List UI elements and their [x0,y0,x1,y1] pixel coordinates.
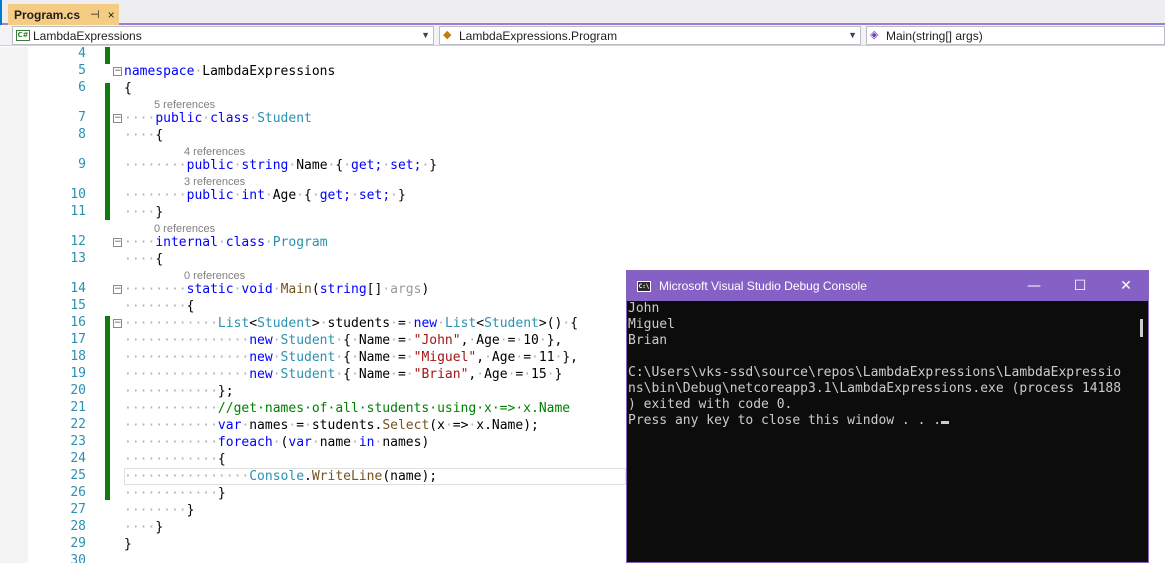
console-title: Microsoft Visual Studio Debug Console [659,279,867,293]
console-line: ) exited with code 0. [628,397,793,412]
tab-strip-edge [0,0,2,25]
code-line-6: { [124,81,132,96]
code-line-11: ····} [124,205,164,220]
code-line-7: ····public·class·Student [124,111,312,126]
navigation-bar: C# LambdaExpressions ▼ ◆ LambdaExpressio… [0,25,1165,46]
close-button[interactable]: ✕ [1103,271,1148,301]
line-number: 30 [70,553,86,563]
console-scrollbar[interactable] [1136,301,1148,562]
project-dropdown-value: LambdaExpressions [33,28,142,43]
console-line: Brian [628,333,668,348]
console-app-icon: C:\ [637,280,651,292]
code-line-8: ····{ [124,128,164,143]
console-output[interactable]: John Miguel Brian C:\Users\vks-ssd\source\… [627,301,1134,562]
member-dropdown[interactable]: ◈ Main(string[] args) [866,26,1165,45]
class-icon: ◆ [443,29,452,41]
scrollbar-thumb[interactable] [1140,319,1143,337]
tab-program-cs[interactable]: Program.cs ⊣ × [8,4,119,25]
chevron-down-icon: ▼ [421,30,430,40]
line-number: 4 [78,46,86,61]
code-line-12: ····internal·class·Program [124,235,328,250]
type-dropdown-value: LambdaExpressions.Program [459,28,618,43]
csharp-project-icon: C# [16,30,30,41]
debug-console-window[interactable]: C:\ Microsoft Visual Studio Debug Consol… [626,270,1149,563]
project-dropdown[interactable]: C# LambdaExpressions ▼ [12,26,434,45]
maximize-button[interactable]: ☐ [1057,271,1103,301]
console-line: ns\bin\Debug\netcoreapp3.1\LambdaExpress… [628,381,1122,396]
document-tab-strip: Program.cs ⊣ × [0,0,1165,25]
code-line-13: ····{ [124,252,164,267]
type-dropdown[interactable]: ◆ LambdaExpressions.Program ▼ [439,26,861,45]
code-line-9: ········public·string·Name·{·get;·set;·} [124,158,438,173]
change-bar [105,47,110,64]
console-line: C:\Users\vks-ssd\source\repos\LambdaExpr… [628,365,1122,380]
tab-label: Program.cs [14,7,81,22]
close-tab-icon[interactable]: × [108,8,115,22]
visual-studio-window: Program.cs ⊣ × C# LambdaExpressions ▼ ◆ … [0,0,1165,563]
console-title-bar[interactable]: C:\ Microsoft Visual Studio Debug Consol… [627,271,1148,301]
minimize-button[interactable]: — [1011,271,1057,301]
console-line: Miguel [628,317,675,332]
method-icon: ◈ [870,29,879,41]
console-line: John [628,301,660,316]
code-line-10: ········public·int·Age·{·get;·set;·} [124,188,406,203]
chevron-down-icon: ▼ [848,30,857,40]
code-line-5: namespace·LambdaExpressions [124,64,336,79]
console-line: Press any key to close this window . . . [628,413,1134,429]
pin-icon[interactable]: ⊣ [90,8,100,21]
cursor-icon [941,421,950,424]
member-dropdown-value: Main(string[] args) [886,28,983,43]
